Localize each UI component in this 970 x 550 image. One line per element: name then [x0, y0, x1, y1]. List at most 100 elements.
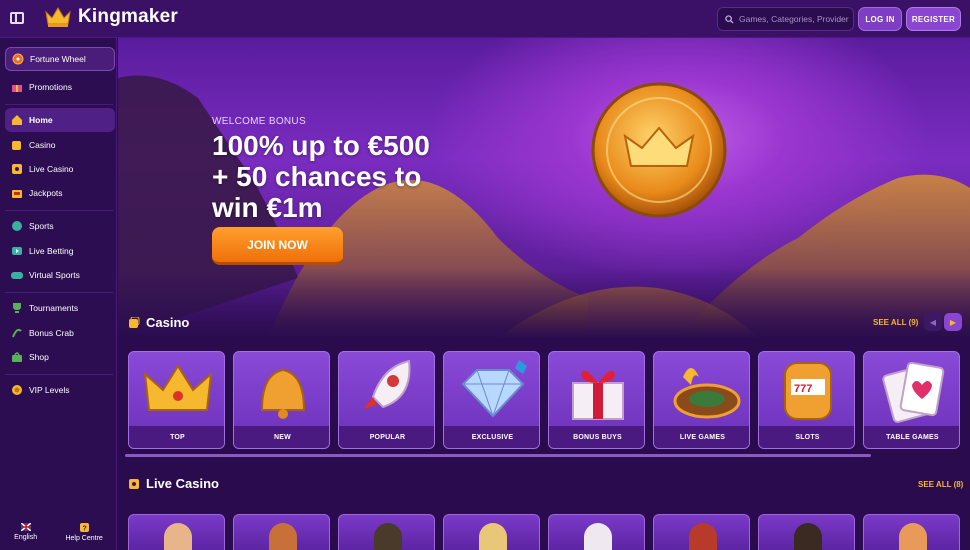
- sidebar-item-live-betting[interactable]: Live Betting: [5, 239, 115, 263]
- trophy-icon: [11, 302, 23, 314]
- category-card-table-games[interactable]: TABLE GAMES: [863, 351, 960, 449]
- dealer-portrait: [479, 523, 507, 550]
- help-icon: ?: [79, 523, 89, 533]
- live-casino-icon: [11, 163, 23, 175]
- carousel-scrollbar[interactable]: [125, 454, 871, 457]
- dealer-portrait: [584, 523, 612, 550]
- category-label: NEW: [234, 426, 329, 448]
- sidebar-item-label: VIP Levels: [29, 385, 70, 395]
- live-casino-section-header: Live Casino: [128, 476, 219, 491]
- sidebar-item-label: Virtual Sports: [29, 270, 80, 280]
- sidebar-item-tournaments[interactable]: Tournaments: [5, 296, 115, 320]
- category-card-top[interactable]: TOP: [128, 351, 225, 449]
- hero-headline: 100% up to €500 + 50 chances to win €1m: [212, 130, 452, 223]
- casino-see-all-link[interactable]: SEE ALL (9): [873, 318, 918, 327]
- search-box[interactable]: [717, 7, 854, 31]
- sidebar-item-label: Home: [29, 115, 53, 125]
- join-now-button[interactable]: JOIN NOW: [212, 227, 343, 265]
- sidebar-item-fortune-wheel[interactable]: Fortune Wheel: [5, 47, 115, 71]
- category-card-new[interactable]: NEW: [233, 351, 330, 449]
- live-dealer-card[interactable]: [128, 514, 225, 550]
- section-title: Live Casino: [146, 476, 219, 491]
- roulette-illustration: [654, 352, 749, 428]
- sidebar-item-casino[interactable]: Casino: [5, 133, 115, 157]
- search-input[interactable]: [739, 14, 849, 24]
- category-label: EXCLUSIVE: [444, 426, 539, 448]
- sidebar-item-label: Bonus Crab: [29, 328, 74, 338]
- category-card-bonus-buys[interactable]: BONUS BUYS: [548, 351, 645, 449]
- home-icon: [11, 114, 23, 126]
- bell-illustration: [234, 352, 329, 428]
- section-title: Casino: [146, 315, 190, 330]
- shop-icon: [11, 351, 23, 363]
- brand-logo[interactable]: Kingmaker: [44, 6, 178, 28]
- sidebar-item-vip-levels[interactable]: VIP Levels: [5, 378, 115, 402]
- search-icon: [725, 14, 734, 24]
- casino-icon: [11, 139, 23, 151]
- fortune-wheel-icon: [12, 53, 24, 65]
- live-dealer-card[interactable]: [758, 514, 855, 550]
- carousel-arrows: ◀ ▶: [924, 313, 962, 331]
- jackpot-icon: [11, 187, 23, 199]
- brand-name: Kingmaker: [78, 6, 179, 27]
- live-dealer-card[interactable]: [443, 514, 540, 550]
- help-centre-link[interactable]: ? Help Centre: [65, 523, 103, 542]
- register-button[interactable]: REGISTER: [906, 7, 961, 31]
- live-dealer-card[interactable]: [338, 514, 435, 550]
- live-dealer-card[interactable]: [233, 514, 330, 550]
- language-selector[interactable]: English: [14, 523, 37, 542]
- carousel-prev-button[interactable]: ◀: [924, 313, 942, 331]
- category-card-live-games[interactable]: LIVE GAMES: [653, 351, 750, 449]
- language-label: English: [14, 534, 38, 541]
- live-dealer-card[interactable]: [548, 514, 645, 550]
- hero-banner: WELCOME BONUS 100% up to €500 + 50 chanc…: [118, 38, 970, 338]
- sidebar-toggle-icon[interactable]: [10, 12, 24, 24]
- gift-icon: [11, 81, 23, 93]
- live-betting-icon: [11, 245, 23, 257]
- carousel-next-button[interactable]: ▶: [944, 313, 962, 331]
- svg-text:?: ?: [82, 526, 86, 533]
- sidebar-item-home[interactable]: Home: [5, 108, 115, 132]
- hero-eyebrow: WELCOME BONUS: [212, 116, 306, 127]
- casino-section-header: Casino: [128, 315, 189, 330]
- dealer-portrait: [794, 523, 822, 550]
- live-casino-see-all-link[interactable]: SEE ALL (8): [918, 480, 963, 489]
- divider: [5, 210, 113, 211]
- slot-machine-illustration: 777: [759, 352, 854, 428]
- sidebar-item-sports[interactable]: Sports: [5, 214, 115, 238]
- category-card-exclusive[interactable]: EXCLUSIVE: [443, 351, 540, 449]
- top-bar: Kingmaker LOG IN REGISTER: [0, 0, 970, 38]
- category-label: TOP: [129, 426, 224, 448]
- sidebar-item-label: Sports: [29, 221, 54, 231]
- crown-icon: [45, 7, 71, 27]
- sidebar-footer: English ? Help Centre: [0, 523, 117, 542]
- hero-headline-line: win €1m: [212, 192, 323, 223]
- sidebar-item-label: Live Casino: [29, 164, 74, 174]
- sidebar-item-bonus-crab[interactable]: Bonus Crab: [5, 321, 115, 345]
- sidebar-item-label: Fortune Wheel: [30, 54, 86, 64]
- gift-box-illustration: [549, 352, 644, 428]
- live-dealer-card[interactable]: [653, 514, 750, 550]
- dealer-portrait: [689, 523, 717, 550]
- sidebar: Fortune Wheel Promotions Home Casino Liv…: [0, 38, 117, 550]
- sidebar-item-virtual-sports[interactable]: Virtual Sports: [5, 263, 115, 287]
- category-label: TABLE GAMES: [864, 426, 959, 448]
- category-card-slots[interactable]: 777 SLOTS: [758, 351, 855, 449]
- uk-flag-icon: [20, 523, 31, 531]
- dealer-portrait: [899, 523, 927, 550]
- category-label: SLOTS: [759, 426, 854, 448]
- live-dealer-card[interactable]: [863, 514, 960, 550]
- claw-icon: [11, 327, 23, 339]
- divider: [5, 374, 113, 375]
- sidebar-item-live-casino[interactable]: Live Casino: [5, 157, 115, 181]
- vip-icon: [11, 384, 23, 396]
- rocket-illustration: [339, 352, 434, 428]
- gamepad-icon: [11, 269, 23, 281]
- sidebar-item-shop[interactable]: Shop: [5, 345, 115, 369]
- sidebar-item-promotions[interactable]: Promotions: [5, 75, 115, 99]
- sidebar-item-label: Jackpots: [29, 188, 63, 198]
- category-card-popular[interactable]: POPULAR: [338, 351, 435, 449]
- login-button[interactable]: LOG IN: [858, 7, 902, 31]
- svg-text:777: 777: [794, 383, 812, 395]
- sidebar-item-jackpots[interactable]: Jackpots: [5, 181, 115, 205]
